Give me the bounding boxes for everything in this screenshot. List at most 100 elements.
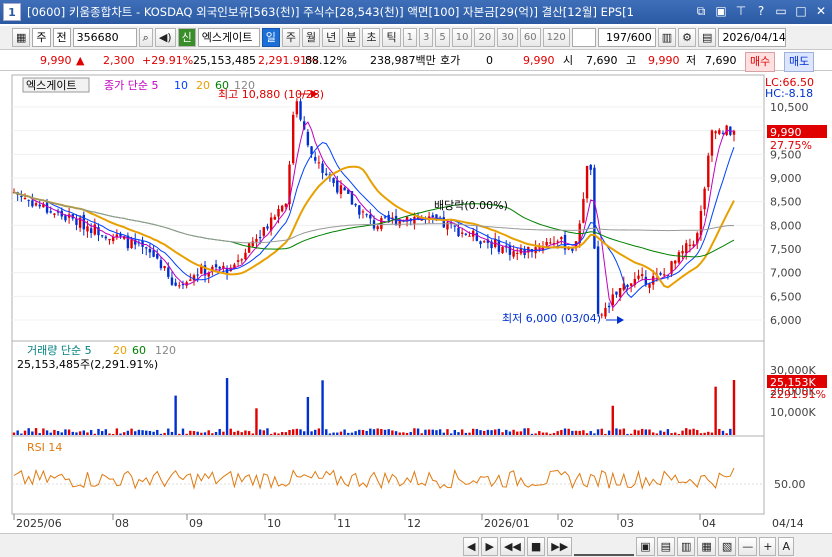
scroll-right-button[interactable]: ▶: [481, 537, 498, 556]
volume-bar: [258, 429, 262, 435]
unit-day[interactable]: 일: [261, 28, 280, 47]
candle-body: [376, 226, 379, 230]
unit-week[interactable]: 주: [281, 28, 300, 47]
price-panel[interactable]: [11, 74, 765, 342]
compare-select[interactable]: 전: [52, 28, 71, 47]
candle-body: [710, 130, 714, 156]
volume-value: 25,153,485주(2,291.91%): [17, 358, 158, 371]
candle-body: [674, 260, 677, 264]
help-icon[interactable]: ?: [752, 3, 770, 20]
unit-tick[interactable]: 틱: [382, 28, 401, 47]
zoom-slider[interactable]: [574, 537, 635, 556]
candle-body: [262, 227, 265, 236]
volume-bar: [354, 431, 357, 435]
volume-bar: [567, 428, 570, 435]
stop-button[interactable]: ■: [526, 537, 546, 556]
zoom-in-button[interactable]: +: [759, 537, 777, 556]
unit-year[interactable]: 년: [322, 28, 341, 47]
volume-bar: [130, 428, 133, 435]
buy-button[interactable]: 매수: [745, 52, 776, 72]
price-change: 2,300: [103, 54, 135, 67]
min-20[interactable]: 20: [474, 28, 496, 47]
candle-body: [659, 273, 662, 275]
custom-minute-input[interactable]: [571, 28, 596, 47]
chart-type-icon[interactable]: ▥: [657, 28, 677, 47]
volume-bar: [501, 432, 504, 435]
min-5[interactable]: 5: [435, 28, 450, 47]
min-10[interactable]: 10: [451, 28, 473, 47]
volume-bar: [214, 431, 218, 435]
date-input[interactable]: 2026/04/14: [718, 28, 787, 47]
zoom-out-button[interactable]: —: [738, 537, 758, 556]
tile-icon[interactable]: ▣: [712, 3, 730, 20]
low-value: 7,690: [705, 54, 737, 67]
volume-bar: [438, 429, 442, 435]
candle-body: [266, 226, 269, 229]
candle-body: [457, 227, 460, 237]
min-1[interactable]: 1: [402, 28, 417, 47]
candle-body: [626, 285, 629, 288]
volume-bar: [317, 428, 321, 435]
unit-second[interactable]: 초: [362, 28, 381, 47]
data-count[interactable]: 197/600: [597, 28, 656, 47]
last-pct-label: 27.75%: [770, 139, 812, 152]
search-icon[interactable]: ⌕: [138, 28, 153, 47]
volume-bar: [376, 428, 379, 435]
volume-bar: [651, 432, 655, 435]
speaker-icon[interactable]: ◀): [154, 28, 176, 47]
period-select[interactable]: 주: [32, 28, 51, 47]
candle-body: [501, 246, 504, 254]
volume-bar: [663, 431, 666, 435]
volume-bar: [119, 433, 122, 435]
settings-icon[interactable]: ⚙: [678, 28, 697, 47]
save-icon[interactable]: ▤: [698, 28, 717, 47]
link-icon[interactable]: ⧉: [692, 3, 710, 20]
volume-bar: [64, 429, 67, 435]
chart-grid-icon[interactable]: ▦: [12, 28, 31, 47]
minimize-icon[interactable]: ▭: [772, 3, 790, 20]
volume-bar: [273, 432, 277, 435]
high-value: 9,990: [648, 54, 680, 67]
volume-bar: [82, 430, 85, 435]
font-button[interactable]: A: [778, 537, 794, 556]
min-60[interactable]: 60: [519, 28, 541, 47]
min-30[interactable]: 30: [497, 28, 518, 47]
stock-code-input[interactable]: 356680: [72, 28, 137, 47]
candle-body: [111, 237, 115, 242]
layout-icon-3[interactable]: ▥: [677, 537, 696, 556]
volume-bar: [269, 433, 273, 435]
close-icon[interactable]: ✕: [812, 3, 830, 20]
volume-bar: [339, 431, 343, 435]
layout-icon-2[interactable]: ▤: [656, 537, 675, 556]
min-120[interactable]: 120: [542, 28, 570, 47]
volume-bar: [483, 430, 486, 435]
candle-body: [145, 247, 148, 249]
volume-bar: [692, 428, 695, 435]
forward-button[interactable]: ▶▶: [547, 537, 573, 556]
volume-bar: [369, 428, 372, 435]
chart-area[interactable]: 엑스게이트 종가 단순 5 10 20 60 120 거래량 단순 5 20 6…: [0, 72, 832, 533]
pin-icon[interactable]: ⊤: [732, 3, 750, 20]
rewind-button[interactable]: ◀◀: [499, 537, 525, 556]
volume-bar: [328, 433, 332, 435]
unit-month[interactable]: 월: [301, 28, 321, 47]
candle-body: [20, 196, 23, 198]
unit-minute[interactable]: 분: [342, 28, 361, 47]
layout-icon-5[interactable]: ▧: [717, 537, 737, 556]
candle-body: [497, 240, 501, 252]
volume-bar: [78, 431, 82, 435]
volume-bar: [178, 433, 181, 435]
sell-button[interactable]: 매도: [784, 52, 815, 72]
stock-name: 엑스게이트: [197, 28, 260, 47]
last-vol-pct-label: 2291.91%: [770, 388, 826, 401]
maximize-icon[interactable]: □: [792, 3, 810, 20]
volume-bar: [541, 432, 545, 435]
layout-icon-4[interactable]: ▦: [697, 537, 716, 556]
scroll-left-button[interactable]: ◀: [463, 537, 480, 556]
volume-bar: [211, 433, 214, 435]
volume-bar: [442, 432, 445, 435]
min-3[interactable]: 3: [418, 28, 434, 47]
candle-body: [163, 266, 166, 269]
layout-icon-1[interactable]: ▣: [636, 537, 655, 556]
rsi-panel[interactable]: [11, 435, 765, 515]
